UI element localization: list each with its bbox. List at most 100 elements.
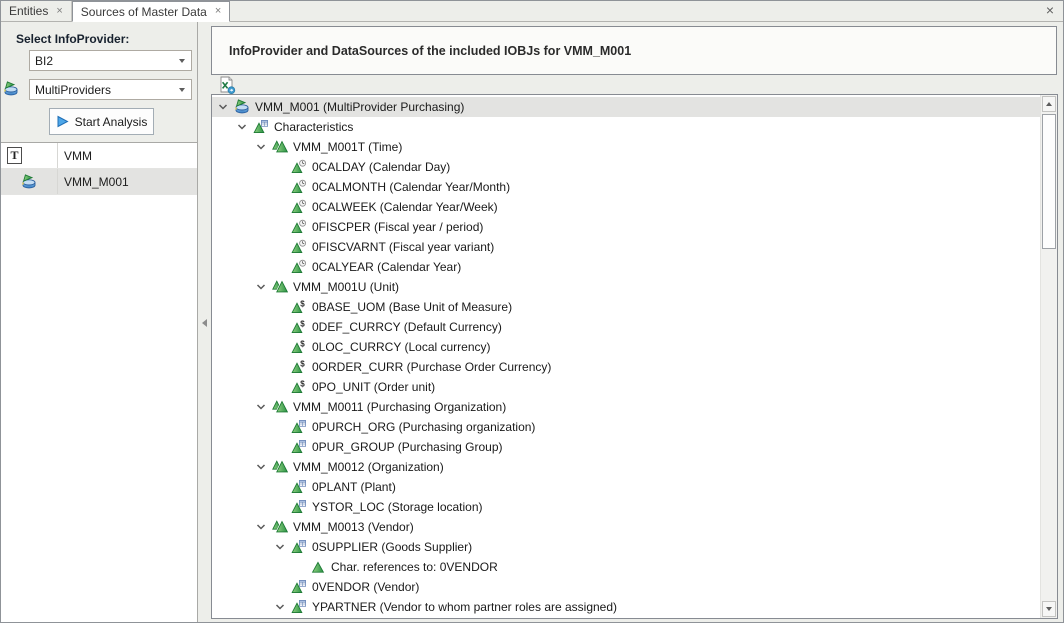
- dimension-icon: [272, 139, 288, 155]
- scroll-up-button[interactable]: [1042, 96, 1056, 112]
- tree-node-label: YSTOR_LOC (Storage location): [312, 500, 483, 514]
- chevron-down-icon: [179, 59, 185, 63]
- tree-node-label: 0SUPPLIER (Goods Supplier): [312, 540, 472, 554]
- tree-node-label: 0ORDER_CURR (Purchase Order Currency): [312, 360, 551, 374]
- tree-node-label: 0VENDOR (Vendor): [312, 580, 419, 594]
- provider-type-dropdown[interactable]: MultiProviders: [29, 79, 192, 100]
- tree-row[interactable]: 0PUR_GROUP (Purchasing Group): [212, 437, 1040, 457]
- main-header: InfoProvider and DataSources of the incl…: [211, 26, 1057, 75]
- tree-row[interactable]: 0CALYEAR (Calendar Year): [212, 257, 1040, 277]
- tree-row[interactable]: 0BASE_UOM (Base Unit of Measure): [212, 297, 1040, 317]
- tree-node-label: VMM_M0013 (Vendor): [293, 520, 414, 534]
- provider-type-dropdown-value: MultiProviders: [35, 83, 111, 97]
- tab-entities[interactable]: Entities ×: [1, 1, 72, 21]
- tree-node-label: 0FISCPER (Fiscal year / period): [312, 220, 483, 234]
- start-analysis-label: Start Analysis: [75, 115, 148, 129]
- arrow-up-icon: [1046, 102, 1052, 106]
- tree-row[interactable]: VMM_M0012 (Organization): [212, 457, 1040, 477]
- filter-row[interactable]: T VMM: [1, 143, 197, 169]
- splitter-collapse-icon[interactable]: [202, 319, 207, 327]
- tree-row[interactable]: VMM_M0013 (Vendor): [212, 517, 1040, 537]
- scroll-down-button[interactable]: [1042, 601, 1056, 617]
- char-unit-icon: [291, 319, 307, 335]
- chevron-down-icon[interactable]: [275, 602, 291, 612]
- tree-node-label: 0PUR_GROUP (Purchasing Group): [312, 440, 503, 454]
- start-analysis-button[interactable]: Start Analysis: [49, 108, 154, 135]
- char-unit-icon: [291, 379, 307, 395]
- tree-row[interactable]: YSTOR_LOC (Storage location): [212, 497, 1040, 517]
- infoprovider-sidebar: Select InfoProvider: BI2 MultiProviders …: [1, 21, 198, 622]
- tree-row[interactable]: 0CALWEEK (Calendar Year/Week): [212, 197, 1040, 217]
- tree-row[interactable]: VMM_M001T (Time): [212, 137, 1040, 157]
- triangle-icon: [310, 559, 326, 575]
- tree-row[interactable]: 0FISCPER (Fiscal year / period): [212, 217, 1040, 237]
- char-unit-icon: [291, 339, 307, 355]
- char-icon: [291, 439, 307, 455]
- tree-node-label: 0LOC_CURRCY (Local currency): [312, 340, 491, 354]
- char-time-icon: [291, 199, 307, 215]
- tree-row[interactable]: Char. references to: 0VENDOR: [212, 557, 1040, 577]
- tree-node-label: VMM_M001U (Unit): [293, 280, 399, 294]
- tree-row[interactable]: 0CALMONTH (Calendar Year/Month): [212, 177, 1040, 197]
- tab-close-icon[interactable]: ×: [56, 6, 62, 17]
- char-time-icon: [291, 179, 307, 195]
- infoprovider-list: T VMM VMM_M001: [1, 142, 197, 622]
- tree-node-label: 0CALDAY (Calendar Day): [312, 160, 450, 174]
- tab-close-icon[interactable]: ×: [215, 6, 221, 17]
- tree-row[interactable]: 0SUPPLIER (Goods Supplier): [212, 537, 1040, 557]
- char-unit-icon: [291, 359, 307, 375]
- char-icon: [291, 579, 307, 595]
- chevron-down-icon[interactable]: [256, 282, 272, 292]
- dimension-icon: [272, 279, 288, 295]
- text-filter-icon[interactable]: T: [7, 147, 22, 164]
- char-icon: [291, 599, 307, 615]
- tree-node-label: VMM_M001T (Time): [293, 140, 402, 154]
- tree-row[interactable]: VMM_M001U (Unit): [212, 277, 1040, 297]
- export-excel-icon: [218, 76, 236, 94]
- tree: VMM_M001 (MultiProvider Purchasing) Char…: [212, 95, 1040, 618]
- chevron-down-icon[interactable]: [256, 142, 272, 152]
- export-excel-button[interactable]: [217, 75, 237, 95]
- multiprovider-icon: [3, 81, 19, 97]
- chevron-down-icon[interactable]: [218, 102, 234, 112]
- char-time-icon: [291, 259, 307, 275]
- tree-row[interactable]: 0LOC_CURRCY (Local currency): [212, 337, 1040, 357]
- chevron-down-icon[interactable]: [275, 542, 291, 552]
- tree-node-label: VMM_M001 (MultiProvider Purchasing): [255, 100, 464, 114]
- tree-row[interactable]: YPARTNER (Vendor to whom partner roles a…: [212, 597, 1040, 617]
- filter-input[interactable]: VMM: [58, 149, 92, 163]
- tree-row[interactable]: 0PO_UNIT (Order unit): [212, 377, 1040, 397]
- tree-row[interactable]: 0VENDOR (Vendor): [212, 577, 1040, 597]
- tree-row[interactable]: VMM_M0011 (Purchasing Organization): [212, 397, 1040, 417]
- tree-node-label: YPARTNER (Vendor to whom partner roles a…: [312, 600, 617, 614]
- tree-node-label: 0PURCH_ORG (Purchasing organization): [312, 420, 535, 434]
- system-dropdown[interactable]: BI2: [29, 50, 192, 71]
- list-item[interactable]: VMM_M001: [1, 169, 197, 195]
- chevron-down-icon[interactable]: [237, 122, 253, 132]
- tree-row[interactable]: 0FISCVARNT (Fiscal year variant): [212, 237, 1040, 257]
- dimension-icon: [272, 399, 288, 415]
- tree-panel: VMM_M001 (MultiProvider Purchasing) Char…: [211, 94, 1058, 619]
- scrollbar-thumb[interactable]: [1042, 114, 1056, 249]
- arrow-down-icon: [1046, 607, 1052, 611]
- tree-row[interactable]: 0PURCH_ORG (Purchasing organization): [212, 417, 1040, 437]
- tree-row[interactable]: 0ORDER_CURR (Purchase Order Currency): [212, 357, 1040, 377]
- tree-node-label: VMM_M0012 (Organization): [293, 460, 444, 474]
- tree-node-label: 0DEF_CURRCY (Default Currency): [312, 320, 502, 334]
- tab-sources-of-master-data[interactable]: Sources of Master Data ×: [72, 1, 231, 22]
- vertical-scrollbar[interactable]: [1040, 95, 1057, 618]
- tree-row[interactable]: 0CALDAY (Calendar Day): [212, 157, 1040, 177]
- chevron-down-icon[interactable]: [256, 522, 272, 532]
- chevron-down-icon[interactable]: [256, 462, 272, 472]
- tab-entities-label: Entities: [9, 4, 48, 18]
- list-item-label: VMM_M001: [58, 175, 129, 189]
- chevron-down-icon[interactable]: [256, 402, 272, 412]
- close-icon[interactable]: ×: [1046, 3, 1054, 17]
- tree-node-label: VMM_M0011 (Purchasing Organization): [293, 400, 506, 414]
- tree-row[interactable]: 0DEF_CURRCY (Default Currency): [212, 317, 1040, 337]
- tree-row[interactable]: VMM_M001 (MultiProvider Purchasing): [212, 97, 1040, 117]
- tree-row[interactable]: 0PLANT (Plant): [212, 477, 1040, 497]
- char-icon: [291, 419, 307, 435]
- system-dropdown-value: BI2: [35, 54, 53, 68]
- tree-row[interactable]: Characteristics: [212, 117, 1040, 137]
